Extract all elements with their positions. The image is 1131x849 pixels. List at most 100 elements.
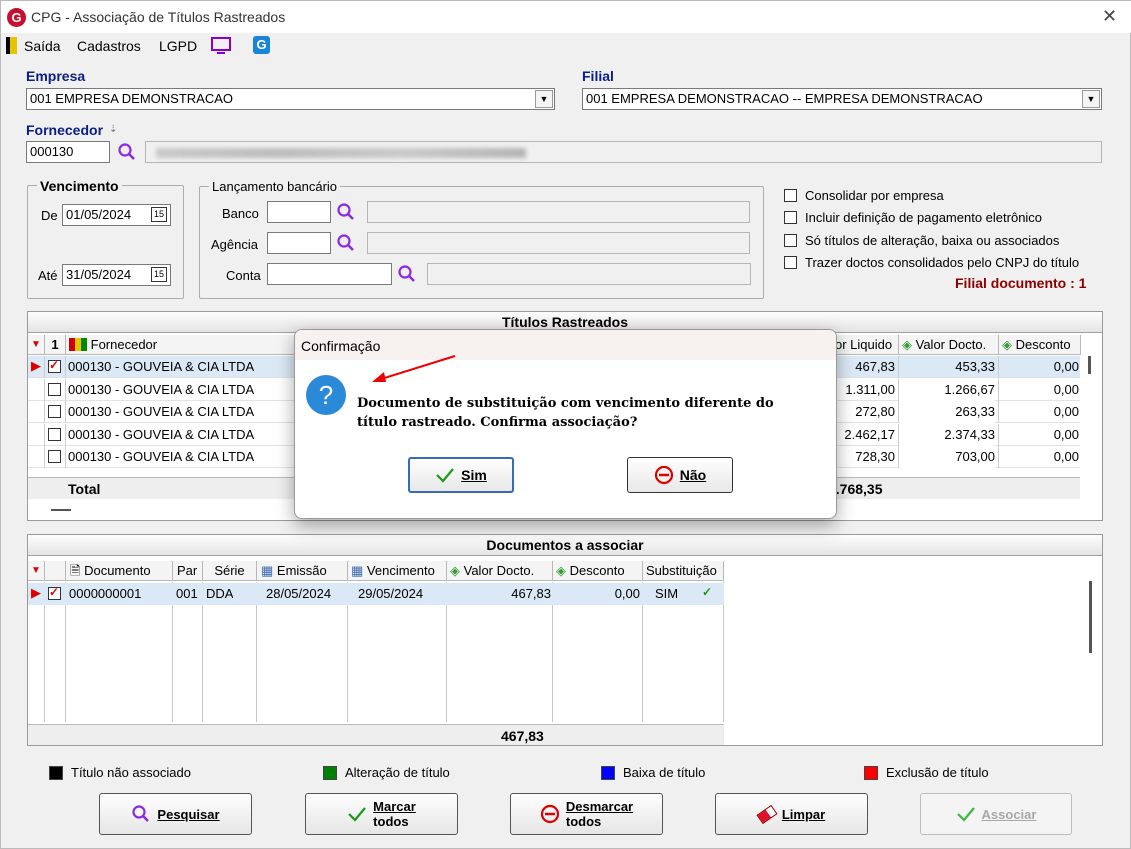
row-discount: 0,00 — [1053, 381, 1079, 397]
search-icon[interactable] — [336, 202, 356, 222]
doc-value: 467,83 — [511, 586, 551, 601]
checkbox[interactable] — [784, 256, 797, 269]
chevron-down-icon[interactable]: ▼ — [535, 90, 553, 108]
row-supplier: 000130 - GOUVEIA & CIA LTDA — [68, 426, 255, 442]
menu-lgpd[interactable]: LGPD — [159, 38, 197, 54]
due-header[interactable]: ▦ Vencimento — [348, 561, 447, 581]
legend-swatch — [601, 765, 615, 780]
discount-header[interactable]: ◈ Desconto — [999, 335, 1081, 355]
menu-registers[interactable]: Cadastros — [77, 38, 141, 54]
issue-header[interactable]: ▦ Emissão — [257, 561, 348, 581]
unmark-all-label-1: Desmarcar — [565, 799, 634, 814]
bank-entry-label: Lançamento bancário — [209, 179, 341, 194]
doc-value-header[interactable]: ◈ Valor Docto. — [899, 335, 999, 355]
search-icon[interactable] — [336, 233, 356, 253]
vertical-scrollbar[interactable] — [1089, 581, 1092, 653]
legend-changed: Alteração de título — [323, 765, 450, 780]
doc-row[interactable]: ▶ ✓ 0000000001 001 DDA 28/05/2024 29/05/… — [28, 583, 724, 605]
calendar-icon[interactable]: 15 — [151, 207, 167, 222]
row-checkbox[interactable]: ✓ — [48, 585, 61, 600]
row-checkbox[interactable]: ✓ — [48, 358, 61, 373]
value-header[interactable]: ◈ Valor Docto. — [447, 561, 553, 581]
clear-button[interactable]: Limpar — [715, 793, 868, 835]
row-net-value: 1.311,00 — [845, 381, 895, 397]
question-icon: ? — [306, 375, 346, 415]
series-header[interactable]: Série — [203, 561, 257, 581]
search-icon[interactable] — [117, 142, 137, 162]
due-to-input[interactable]: 31/05/2024 15 — [62, 264, 171, 286]
no-button[interactable]: Não — [627, 457, 733, 493]
chevron-down-icon[interactable]: ▼ — [1082, 90, 1100, 108]
bank-label: Banco — [222, 206, 259, 221]
associate-button[interactable]: Associar — [920, 793, 1072, 835]
company-select[interactable]: 001 EMPRESA DEMONSTRACAO ▼ — [26, 88, 555, 110]
exit-icon[interactable] — [6, 37, 17, 54]
search-button[interactable]: Pesquisar — [99, 793, 252, 835]
due-to-label: Até — [38, 268, 58, 283]
colors-icon — [69, 338, 87, 351]
discount-header[interactable]: ◈ Desconto — [553, 561, 643, 581]
bank-name-display — [367, 201, 750, 223]
account-input[interactable] — [267, 263, 392, 285]
par-header[interactable]: Par — [173, 561, 203, 581]
checkbox[interactable] — [784, 234, 797, 247]
forbidden-icon — [540, 804, 559, 824]
doc-discount: 0,00 — [614, 586, 640, 601]
row-checkbox[interactable] — [48, 405, 61, 418]
option-consolidated-cnpj[interactable]: Trazer doctos consolidados pelo CNPJ do … — [784, 255, 1079, 270]
monitor-icon[interactable] — [210, 37, 232, 58]
indicator-header: ▼ — [28, 561, 45, 581]
due-from-input[interactable]: 01/05/2024 15 — [62, 204, 171, 226]
g-app-icon[interactable]: G — [253, 36, 270, 54]
option-label: Incluir definição de pagamento eletrônic… — [805, 210, 1043, 225]
legend-swatch — [49, 765, 63, 780]
search-icon[interactable] — [397, 264, 417, 284]
agency-input[interactable] — [267, 232, 331, 254]
document-header[interactable]: 🗎 Documento — [66, 561, 173, 581]
row-net-value: 467,83 — [855, 359, 895, 374]
money-icon: ◈ — [902, 337, 912, 352]
net-value-header[interactable]: or Liquido — [833, 335, 899, 355]
money-icon: ◈ — [450, 563, 460, 578]
row-pointer-icon: ▶ — [31, 585, 41, 600]
company-label: Empresa — [26, 68, 86, 84]
confirmation-dialog: Confirmação ? Documento de substituição … — [294, 329, 837, 519]
clear-button-label: Limpar — [781, 806, 826, 822]
option-label: Consolidar por empresa — [805, 188, 944, 203]
branch-select[interactable]: 001 EMPRESA DEMONSTRACAO -- EMPRESA DEMO… — [582, 88, 1102, 110]
legend-paid: Baixa de título — [601, 765, 705, 780]
total-label: Total — [68, 481, 101, 497]
row-checkbox[interactable] — [48, 450, 61, 463]
legend-deleted: Exclusão de título — [864, 765, 989, 780]
row-checkbox[interactable] — [48, 382, 61, 396]
docs-total-value: 467,83 — [501, 728, 544, 744]
calendar-icon[interactable]: 15 — [151, 267, 167, 282]
window-title: CPG - Associação de Títulos Rastreados — [31, 9, 286, 25]
calendar-icon: ▦ — [351, 563, 364, 578]
supplier-name-blurred — [156, 148, 526, 158]
row-checkbox[interactable] — [48, 427, 61, 441]
option-electronic-payment[interactable]: Incluir definição de pagamento eletrônic… — [784, 210, 1042, 225]
checkbox[interactable] — [784, 211, 797, 224]
substitution-header[interactable]: Substituição — [643, 561, 724, 581]
checkbox[interactable] — [784, 189, 797, 202]
checkmark-icon: ✓ — [49, 585, 60, 599]
checkmark-icon: ✓ — [702, 585, 713, 599]
supplier-code-input[interactable]: 000130 — [26, 141, 110, 163]
yes-button[interactable]: Sim — [408, 457, 514, 493]
filial-doc-label: Filial documento : 1 — [955, 275, 1087, 291]
vertical-scrollbar[interactable] — [1088, 356, 1091, 374]
row-net-value: 2.462,17 — [844, 426, 895, 442]
doc-issue: 28/05/2024 — [266, 586, 332, 601]
unmark-all-button[interactable]: Desmarcar todos — [510, 793, 663, 835]
money-icon: ◈ — [1002, 337, 1012, 352]
checkmark-icon — [956, 807, 975, 822]
option-changed-only[interactable]: Só títulos de alteração, baixa ou associ… — [784, 233, 1059, 248]
mark-all-button[interactable]: Marcar todos — [305, 793, 458, 835]
eraser-icon — [756, 804, 778, 824]
menu-exit[interactable]: Saída — [24, 38, 61, 54]
horizontal-scrollbar[interactable] — [51, 509, 71, 511]
bank-input[interactable] — [267, 201, 331, 223]
option-consolidate[interactable]: Consolidar por empresa — [784, 188, 944, 203]
close-icon[interactable]: ✕ — [1102, 6, 1117, 27]
